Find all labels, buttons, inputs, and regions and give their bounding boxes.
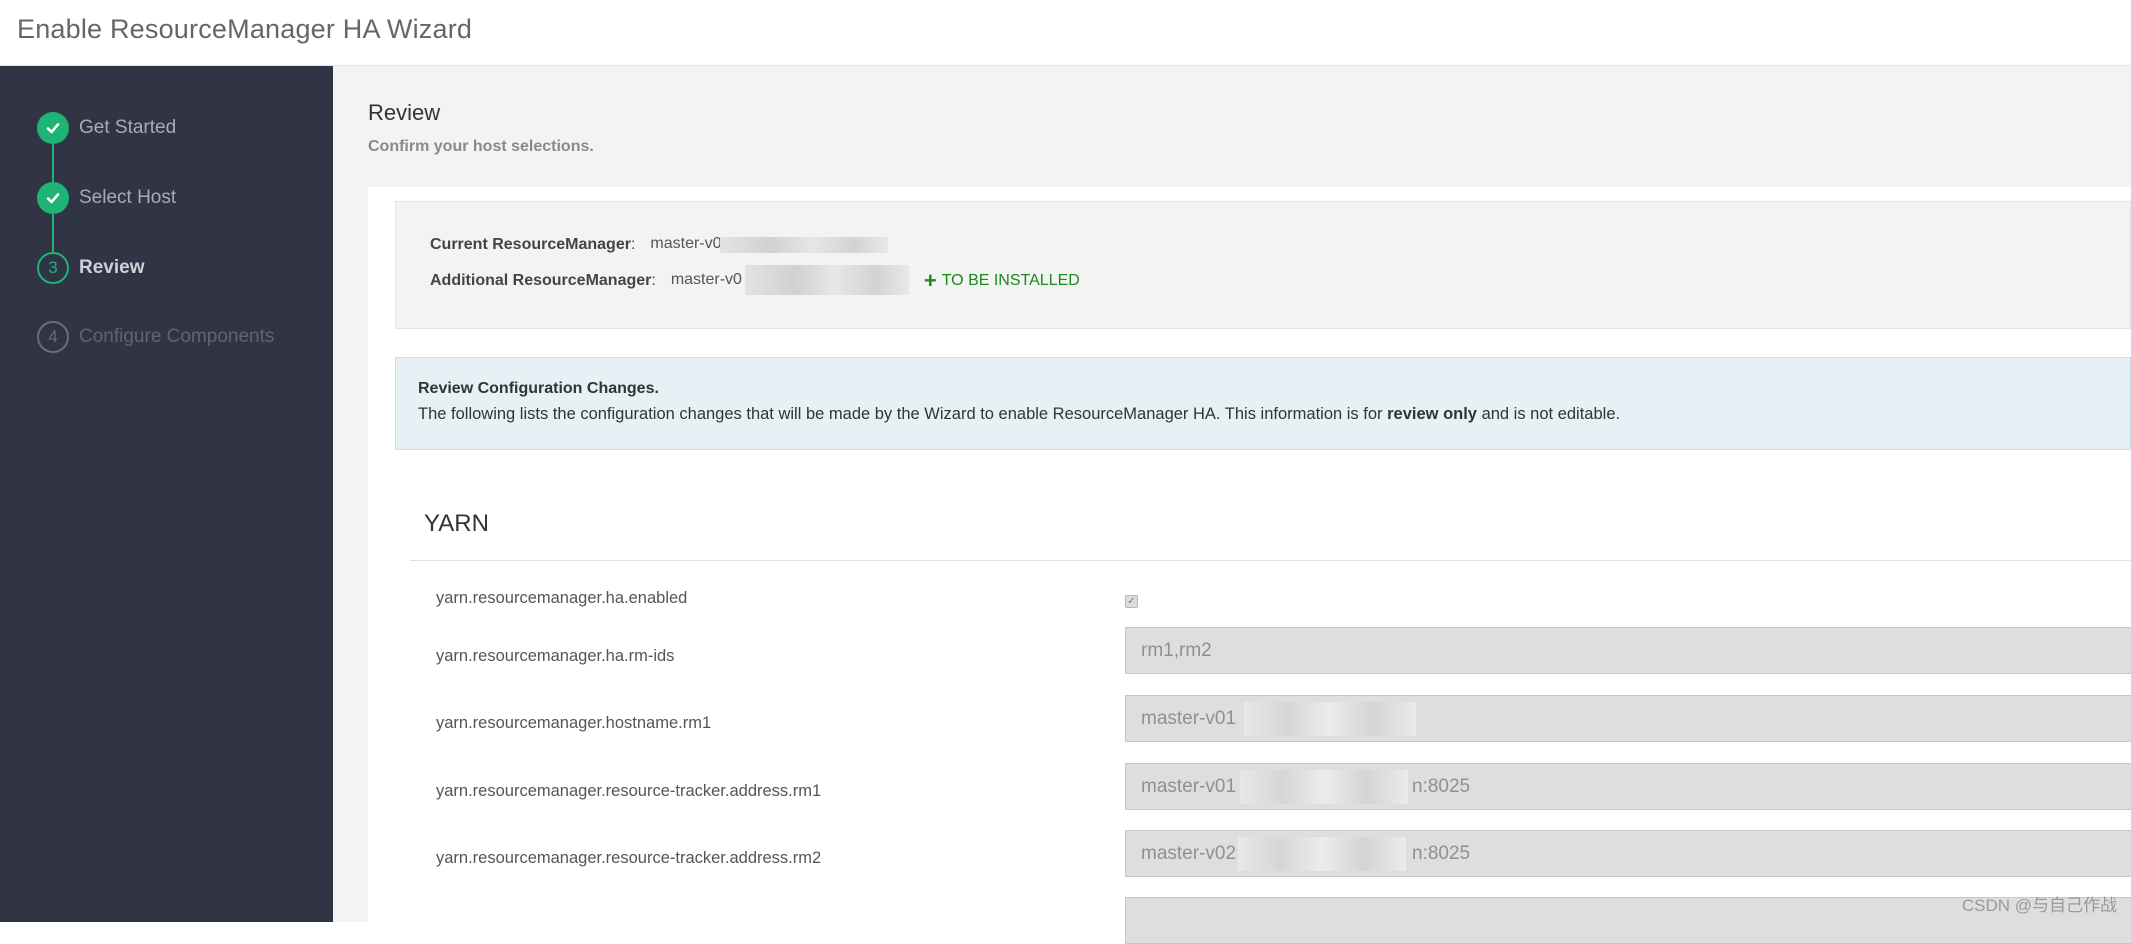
property-name: yarn.resourcemanager.resource-tracker.ad…	[436, 782, 821, 801]
page-title: Review	[368, 100, 440, 126]
step-connector-1	[52, 144, 54, 182]
input-value: master-v01	[1141, 776, 1236, 798]
plus-icon: +	[924, 273, 937, 289]
current-rm-value: master-v0	[650, 235, 721, 252]
input-suffix: n:8025	[1412, 843, 1470, 865]
rm-ids-input[interactable]: rm1,rm2	[1125, 627, 2131, 674]
step-label: Select Host	[79, 187, 176, 209]
input-value: master-v01	[1141, 708, 1236, 730]
step-review[interactable]: 3 Review	[37, 252, 144, 284]
input-value: master-v02	[1141, 843, 1236, 865]
yarn-section-title: YARN	[424, 510, 489, 538]
review-only-emphasis: review only	[1387, 405, 1477, 423]
property-name: yarn.resourcemanager.hostname.rm1	[436, 714, 711, 733]
redacted-block	[1240, 770, 1408, 804]
redacted-block	[745, 265, 909, 295]
to-be-installed-badge: + TO BE INSTALLED	[924, 272, 1080, 290]
review-panel: Current ResourceManager: master-v0 Addit…	[368, 187, 2131, 922]
host-summary: Current ResourceManager: master-v0 Addit…	[395, 201, 2131, 329]
step-connector-2	[52, 214, 54, 252]
redacted-block	[1238, 837, 1406, 871]
property-name: yarn.resourcemanager.ha.enabled	[436, 589, 687, 608]
alert-title: Review Configuration Changes.	[418, 380, 659, 398]
install-label: TO BE INSTALLED	[942, 272, 1080, 290]
redacted-block	[720, 237, 888, 253]
step-select-host[interactable]: Select Host	[37, 182, 176, 214]
section-divider	[410, 560, 2131, 561]
hostname-rm1-input[interactable]: master-v01	[1125, 695, 2131, 742]
current-resourcemanager-row: Current ResourceManager: master-v0	[430, 235, 888, 255]
current-rm-label: Current ResourceManager	[430, 236, 631, 254]
step-configure-components: 4 Configure Components	[37, 321, 274, 353]
resource-tracker-rm2-input[interactable]: master-v02 n:8025	[1125, 830, 2131, 877]
additional-resourcemanager-row: Additional ResourceManager: master-v0 + …	[430, 271, 1080, 291]
redacted-block	[1244, 702, 1416, 736]
additional-rm-label: Additional ResourceManager	[430, 272, 651, 290]
resource-tracker-rm1-input[interactable]: master-v01 n:8025	[1125, 763, 2131, 810]
property-name: yarn.resourcemanager.resource-tracker.ad…	[436, 849, 821, 868]
ha-enabled-checkbox[interactable]: ✓	[1125, 595, 1138, 608]
step-get-started[interactable]: Get Started	[37, 112, 176, 144]
step-label: Get Started	[79, 117, 176, 139]
input-suffix: n:8025	[1412, 776, 1470, 798]
review-config-alert: Review Configuration Changes. The follow…	[395, 357, 2131, 450]
property-name: yarn.resourcemanager.ha.rm-ids	[436, 647, 674, 666]
watermark: CSDN @与自己作战	[1962, 891, 2117, 916]
step-number: 4	[37, 321, 69, 353]
checkmark-icon	[37, 182, 69, 214]
alert-text: The following lists the configuration ch…	[418, 405, 1620, 424]
input-value: rm1,rm2	[1141, 640, 1212, 662]
step-label: Configure Components	[79, 326, 274, 348]
wizard-steps-sidebar: Get Started Select Host 3 Review 4 Confi…	[0, 66, 333, 922]
main-content: Review Confirm your host selections. Cur…	[333, 66, 2131, 922]
colon: :	[651, 272, 655, 290]
colon: :	[631, 236, 635, 254]
wizard-title: Enable ResourceManager HA Wizard	[17, 14, 472, 45]
step-number: 3	[37, 252, 69, 284]
checkmark-icon	[37, 112, 69, 144]
wizard-header: Enable ResourceManager HA Wizard	[0, 0, 2131, 66]
additional-rm-value: master-v0	[671, 271, 742, 288]
page-subtitle: Confirm your host selections.	[368, 138, 594, 156]
step-label: Review	[79, 257, 144, 279]
